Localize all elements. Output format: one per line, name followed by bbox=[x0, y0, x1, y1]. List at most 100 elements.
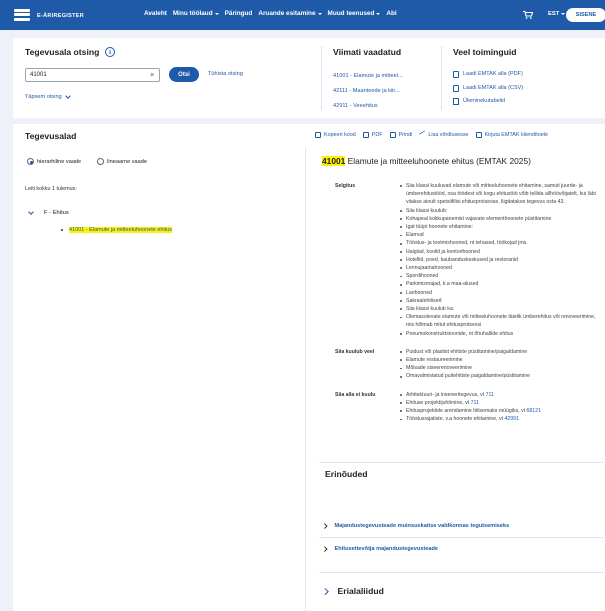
selgitus-item: Lennujaamahooned bbox=[399, 264, 603, 272]
detail-label: Selgitus bbox=[335, 183, 356, 189]
requirement-accordion[interactable]: Ehitusettevõtja majandustegevusteade bbox=[322, 546, 439, 552]
selgitus-item: Tööstus- ja tootmishooned, nt tehased, t… bbox=[399, 239, 603, 247]
toolbar-label: Kirjuta EMTAK klienditoele bbox=[484, 132, 548, 138]
advanced-search-label: Täpsem otsing bbox=[25, 94, 62, 100]
detail-grid: Selgitus Siia klassi kuuluvad elamute võ… bbox=[335, 182, 603, 433]
csv-file-icon bbox=[453, 84, 459, 92]
logo-text: E-ÄRIREGISTER bbox=[37, 12, 84, 19]
more-actions-list: Laadi EMTAK alla (PDF) Laadi EMTAK alla … bbox=[453, 68, 523, 109]
detail-title-text: Elamute ja mitteeluhoonete ehitus (EMTAK… bbox=[347, 156, 531, 166]
chevron-right-icon bbox=[322, 587, 329, 595]
reference-link[interactable]: 711 bbox=[486, 392, 494, 398]
nav-label: Minu töölaud bbox=[172, 10, 213, 17]
selgitus-item: Olemasolevate elamute või mitteeluhoonet… bbox=[399, 313, 603, 329]
info-icon[interactable]: i bbox=[105, 47, 115, 57]
search-panel: Tegevusala otsing i 41001 × Otsi Tühista… bbox=[13, 38, 605, 118]
activities-title: Tegevusalad bbox=[25, 131, 77, 141]
specializations-title: Erialaliidud bbox=[337, 586, 384, 596]
advanced-search-link[interactable]: Täpsem otsing bbox=[25, 92, 71, 100]
add-to-compare-button[interactable]: Lisa võrdlusesse bbox=[419, 130, 469, 140]
selgitus-item: Igat tüüpi hoonete ehitamine: bbox=[399, 223, 603, 231]
nav-item-muud-teenused[interactable]: Muud teenused bbox=[328, 10, 381, 17]
more-actions-title: Veel toiminguid bbox=[453, 47, 517, 57]
requirement-label: Ehitusettevõtja majandustegevusteade bbox=[334, 546, 439, 552]
selgitus-item: Parkimismajad, k.a maa-alused bbox=[399, 280, 603, 288]
language-selector[interactable]: EST bbox=[548, 11, 566, 17]
logo[interactable]: E-ÄRIREGISTER bbox=[14, 7, 84, 24]
selgitus-item: Haiglad, koolid ja kontorihooned bbox=[399, 248, 603, 256]
search-title: Tegevusala otsing bbox=[25, 47, 100, 57]
print-icon bbox=[389, 132, 396, 138]
divider bbox=[319, 537, 603, 538]
contact-support-button[interactable]: Kirjuta EMTAK klienditoele bbox=[475, 132, 548, 138]
download-pdf-link[interactable]: Laadi EMTAK alla (PDF) bbox=[463, 68, 523, 82]
tree-node-label: F - Ehitus bbox=[44, 210, 69, 216]
kuulub-item: Puidust või plastist ehitiste püstitamin… bbox=[399, 348, 603, 356]
cancel-search-link[interactable]: Tühista otsing bbox=[208, 71, 243, 77]
nav-label: Aruande esitamine bbox=[258, 10, 316, 17]
compare-icon bbox=[419, 130, 426, 140]
chevron-right-icon bbox=[322, 546, 328, 552]
coat-of-arms-icon bbox=[14, 7, 32, 24]
divider bbox=[305, 148, 306, 611]
reference-link[interactable]: 711 bbox=[471, 400, 479, 406]
recent-list: 41001 - Elamute ja mitteel... 42111 - Ma… bbox=[333, 69, 403, 114]
detail-row-ei-kuulu: Siia alla ei kuulu Arhitektuuri- ja inse… bbox=[335, 391, 603, 424]
login-button[interactable]: SISENE bbox=[566, 8, 605, 22]
main-nav: Avaleht Minu töölaud Päringud Aruande es… bbox=[144, 10, 403, 17]
mail-icon bbox=[475, 132, 482, 138]
radio-hierarchical[interactable] bbox=[27, 158, 34, 165]
copy-code-button[interactable]: Kopeeri kood bbox=[315, 132, 356, 138]
selgitus-item: Siia klassi kuulub: bbox=[399, 207, 603, 215]
ei-kuulu-item: Ehituse projektijuhtimine, vt 711 bbox=[399, 399, 603, 407]
recent-item[interactable]: 42911 - Veeehitus bbox=[333, 103, 378, 109]
divider bbox=[321, 46, 322, 110]
pdf-button[interactable]: PDF bbox=[362, 132, 383, 138]
tree-node-child[interactable]: 41001 - Elamute ja mitteeluhoonete ehitu… bbox=[61, 227, 173, 233]
tree-node-link[interactable]: 41001 - Elamute ja mitteeluhoonete ehitu… bbox=[69, 227, 173, 233]
selgitus-list: Siia klassi kuuluvad elamute või mitteel… bbox=[399, 182, 603, 338]
nav-item-avaleht[interactable]: Avaleht bbox=[144, 10, 167, 17]
kuulub-item: Elamute restaureerimine bbox=[399, 356, 603, 364]
radio-label: hierarhiline vaade bbox=[37, 158, 82, 165]
view-toggle: hierarhiline vaade lineaarne vaade bbox=[27, 158, 163, 165]
top-navigation-bar: E-ÄRIREGISTER Avaleht Minu töölaud Pärin… bbox=[0, 0, 605, 30]
chevron-down-icon bbox=[376, 12, 381, 15]
specializations-accordion[interactable]: Erialaliidud bbox=[322, 586, 384, 596]
detail-label: Siia kuulub veel bbox=[335, 348, 375, 355]
recent-item[interactable]: 41001 - Elamute ja mitteel... bbox=[333, 73, 403, 79]
chevron-down-icon bbox=[64, 92, 71, 99]
ei-kuulu-list: Arhitektuuri- ja inseneritegevus, vt 711… bbox=[399, 391, 603, 424]
cart-icon[interactable] bbox=[523, 11, 533, 19]
kuulub-list: Puidust või plastist ehitiste püstitamin… bbox=[399, 348, 603, 381]
tree-node-parent[interactable]: F - Ehitus bbox=[28, 208, 69, 216]
transition-tables-link[interactable]: Üleminekutabelid bbox=[463, 95, 505, 109]
result-count: Leiti kokku 1 tulemus: bbox=[25, 186, 77, 192]
download-csv-link[interactable]: Laadi EMTAK alla (CSV) bbox=[463, 82, 523, 96]
reference-link[interactable]: 68121 bbox=[527, 408, 541, 414]
requirement-label: Majandustegevusteade muinsuskaitse valdk… bbox=[334, 523, 510, 529]
detail-toolbar: Kopeeri kood PDF Prindi Lisa võrdlusesse… bbox=[315, 130, 555, 140]
clear-icon[interactable]: × bbox=[150, 70, 154, 79]
search-button[interactable]: Otsi bbox=[169, 67, 199, 82]
selgitus-item: Pneumokonstruktsioonide, nt õhuhallide e… bbox=[399, 330, 603, 338]
kuulub-item: Omavalmistatud puitehitiste paigaldamine… bbox=[399, 372, 603, 380]
toolbar-label: Kopeeri kood bbox=[324, 132, 356, 138]
print-button[interactable]: Prindi bbox=[389, 132, 413, 138]
radio-linear[interactable] bbox=[97, 158, 105, 165]
nav-item-minu-toolaud[interactable]: Minu töölaud bbox=[173, 10, 219, 17]
requirement-accordion[interactable]: Majandustegevusteade muinsuskaitse valdk… bbox=[322, 523, 510, 529]
nav-item-abi[interactable]: Abi bbox=[386, 10, 396, 17]
toolbar-label: Prindi bbox=[398, 132, 413, 138]
requirements-title: Erinõuded bbox=[325, 469, 368, 479]
divider bbox=[319, 462, 603, 463]
selgitus-item: Siia klassi kuulub ka: bbox=[399, 305, 603, 313]
reference-link[interactable]: 42991 bbox=[505, 416, 519, 422]
recent-item[interactable]: 42111 - Maanteede ja kiir... bbox=[333, 88, 400, 94]
toolbar-label: Lisa võrdlusesse bbox=[428, 132, 469, 138]
search-input[interactable]: 41001 bbox=[25, 68, 160, 82]
selgitus-item: Laohooned bbox=[399, 289, 603, 297]
nav-item-aruande-esitamine[interactable]: Aruande esitamine bbox=[258, 10, 322, 17]
nav-item-paringud[interactable]: Päringud bbox=[225, 10, 253, 17]
chevron-down-icon bbox=[28, 208, 34, 215]
